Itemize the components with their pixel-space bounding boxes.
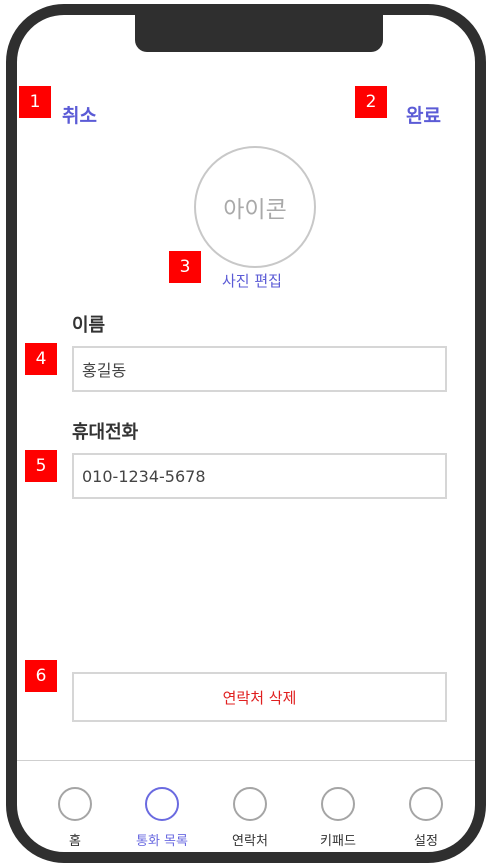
- tabbar-divider: [17, 760, 475, 761]
- tab-call-log-label: 통화 목록: [136, 834, 188, 849]
- profile-photo[interactable]: 아이콘: [194, 146, 316, 268]
- annotation-marker-3: 3: [169, 251, 201, 283]
- call-log-tab-icon: [145, 787, 179, 821]
- contacts-tab-icon: [233, 787, 267, 821]
- done-button[interactable]: 완료: [406, 101, 441, 128]
- annotation-marker-6: 6: [25, 660, 57, 692]
- tab-keypad-label: 키패드: [320, 834, 356, 849]
- tab-keypad[interactable]: 키패드: [298, 787, 378, 849]
- tab-settings-label: 설정: [414, 834, 438, 849]
- home-tab-icon: [58, 787, 92, 821]
- name-field[interactable]: 홍길동: [72, 346, 447, 392]
- tab-contacts-label: 연락처: [232, 834, 268, 849]
- name-value: 홍길동: [82, 361, 127, 380]
- phone-frame: 취소 완료 아이콘 사진 편집 이름 홍길동 휴대전화 010-1234-567…: [6, 4, 486, 863]
- tab-home[interactable]: 홈: [35, 787, 115, 849]
- delete-contact-label: 연락처 삭제: [222, 688, 297, 707]
- tab-call-log[interactable]: 통화 목록: [122, 787, 202, 849]
- tab-settings[interactable]: 설정: [386, 787, 466, 849]
- edit-photo-link[interactable]: 사진 편집: [222, 270, 282, 291]
- annotation-marker-2: 2: [355, 86, 387, 118]
- phone-label: 휴대전화: [72, 422, 139, 443]
- phone-notch: [135, 15, 383, 52]
- keypad-tab-icon: [321, 787, 355, 821]
- annotation-marker-5: 5: [25, 450, 57, 482]
- tab-home-label: 홈: [69, 834, 81, 849]
- tab-contacts[interactable]: 연락처: [210, 787, 290, 849]
- name-label: 이름: [72, 315, 106, 336]
- settings-tab-icon: [409, 787, 443, 821]
- phone-value: 010-1234-5678: [82, 466, 206, 486]
- profile-icon-text: 아이콘: [223, 197, 287, 223]
- phone-field[interactable]: 010-1234-5678: [72, 453, 447, 499]
- delete-contact-button[interactable]: 연락처 삭제: [72, 672, 447, 722]
- annotation-marker-4: 4: [25, 343, 57, 375]
- cancel-button[interactable]: 취소: [62, 101, 97, 128]
- annotation-marker-1: 1: [19, 86, 51, 118]
